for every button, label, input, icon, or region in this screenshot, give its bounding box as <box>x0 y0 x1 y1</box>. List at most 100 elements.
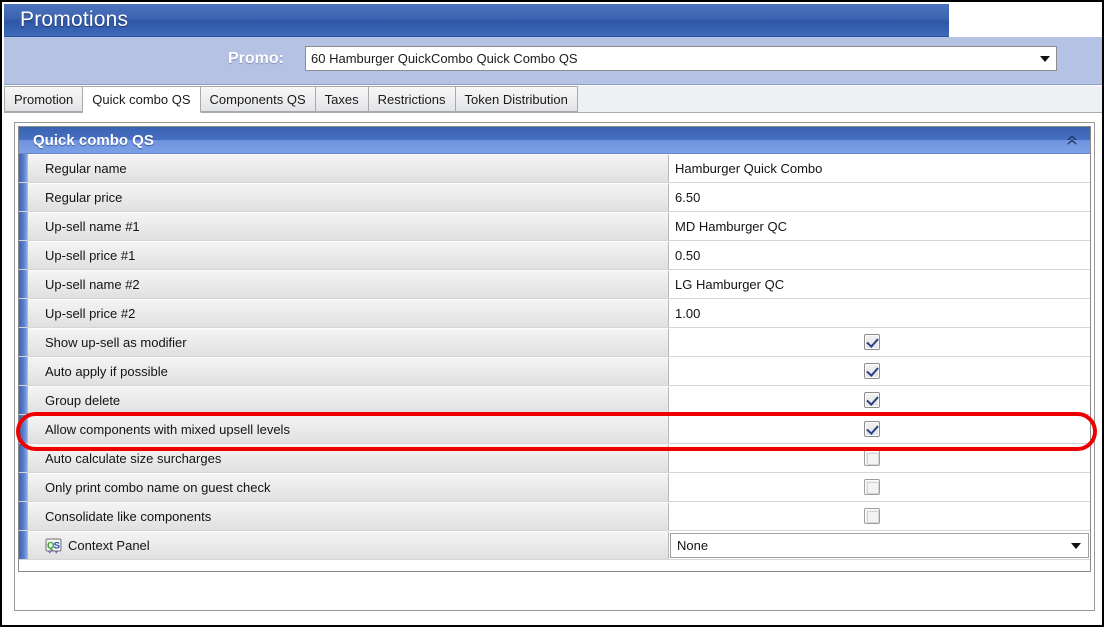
page-title: Promotions <box>20 8 129 31</box>
property-value-cell[interactable]: MD Hamburger QC <box>669 212 1090 240</box>
property-row[interactable]: Up-sell name #1 MD Hamburger QC <box>19 212 1090 241</box>
tab-list: Promotion Quick combo QS Components QS Taxe… <box>4 86 578 113</box>
row-accent-strip <box>19 270 28 298</box>
property-value-cell[interactable] <box>669 502 1090 530</box>
section-header-title: Quick combo QS <box>33 131 154 149</box>
property-grid-rows: Regular name Hamburger Quick Combo Regular… <box>19 154 1090 560</box>
property-label-text: Up-sell price #1 <box>45 248 136 263</box>
property-label-cell: Only print combo name on guest check <box>28 473 669 501</box>
promo-select-value: 60 Hamburger QuickCombo Quick Combo QS <box>311 51 578 66</box>
property-value-cell[interactable] <box>669 444 1090 472</box>
property-row[interactable]: Auto apply if possible <box>19 357 1090 386</box>
property-label-text: Group delete <box>45 393 121 408</box>
property-row[interactable]: Up-sell name #2 LG Hamburger QC <box>19 270 1090 299</box>
checkbox-unchecked[interactable] <box>864 479 880 495</box>
checkbox-checked[interactable] <box>864 363 880 379</box>
tab-promotion[interactable]: Promotion <box>4 86 84 112</box>
row-accent-strip <box>19 328 28 356</box>
property-label-text: Up-sell price #2 <box>45 306 136 321</box>
content-panel: Quick combo QS Regular name Hamburger Qui… <box>14 122 1095 611</box>
application-window: Promotions Promo: 60 Hamburger QuickComb… <box>0 0 1104 627</box>
property-row[interactable]: Allow components with mixed upsell level… <box>19 415 1090 444</box>
property-label-text: Regular name <box>45 161 127 176</box>
property-row[interactable]: Up-sell price #1 0.50 <box>19 241 1090 270</box>
property-row[interactable]: Consolidate like components <box>19 502 1090 531</box>
property-value-cell[interactable]: None <box>669 531 1090 559</box>
checkbox-checked[interactable] <box>864 334 880 350</box>
property-value-cell[interactable]: LG Hamburger QC <box>669 270 1090 298</box>
property-value-cell[interactable] <box>669 386 1090 414</box>
property-row[interactable]: Group delete <box>19 386 1090 415</box>
tab-taxes[interactable]: Taxes <box>315 86 369 112</box>
property-label-text: Context Panel <box>68 538 150 553</box>
property-label-text: Auto calculate size surcharges <box>45 451 222 466</box>
row-accent-strip <box>19 299 28 327</box>
property-label-cell: Allow components with mixed upsell level… <box>28 415 669 443</box>
property-label-cell: Regular price <box>28 183 669 211</box>
property-value-cell[interactable]: 1.00 <box>669 299 1090 327</box>
property-row[interactable]: Auto calculate size surcharges <box>19 444 1090 473</box>
property-value-cell[interactable] <box>669 473 1090 501</box>
tab-quick-combo-qs[interactable]: Quick combo QS <box>83 86 201 113</box>
section-header[interactable]: Quick combo QS <box>19 127 1090 154</box>
property-label-cell: Show up-sell as modifier <box>28 328 669 356</box>
property-value-cell[interactable] <box>669 415 1090 443</box>
property-label-text: Up-sell name #1 <box>45 219 140 234</box>
tab-components-qs[interactable]: Components QS <box>200 86 316 112</box>
property-label-cell: Consolidate like components <box>28 502 669 530</box>
property-label-text: Regular price <box>45 190 123 205</box>
double-chevron-up-icon[interactable] <box>1063 131 1081 149</box>
property-row[interactable]: Show up-sell as modifier <box>19 328 1090 357</box>
property-label-text: Auto apply if possible <box>45 364 168 379</box>
property-value-cell[interactable] <box>669 328 1090 356</box>
property-value-text: LG Hamburger QC <box>675 276 785 292</box>
property-row[interactable]: Up-sell price #2 1.00 <box>19 299 1090 328</box>
title-bar-blank-area <box>949 4 1102 37</box>
property-grid: Quick combo QS Regular name Hamburger Qui… <box>18 126 1091 572</box>
property-label-cell: Auto apply if possible <box>28 357 669 385</box>
property-value-text: 6.50 <box>675 189 701 205</box>
property-value-text: 0.50 <box>675 247 701 263</box>
property-value-cell[interactable]: Hamburger Quick Combo <box>669 154 1090 182</box>
property-label-text: Show up-sell as modifier <box>45 335 187 350</box>
row-accent-strip <box>19 531 28 559</box>
property-label-cell: Up-sell price #2 <box>28 299 669 327</box>
chevron-down-icon[interactable] <box>1071 542 1081 549</box>
property-label-cell: Up-sell name #2 <box>28 270 669 298</box>
property-value-text: 1.00 <box>675 305 701 321</box>
property-label-text: Only print combo name on guest check <box>45 480 271 495</box>
property-label-cell: Auto calculate size surcharges <box>28 444 669 472</box>
context-panel-select[interactable]: None <box>670 533 1089 558</box>
property-value-text: MD Hamburger QC <box>675 218 787 234</box>
property-row[interactable]: Only print combo name on guest check <box>19 473 1090 502</box>
tab-restrictions[interactable]: Restrictions <box>368 86 456 112</box>
property-row[interactable]: Regular price 6.50 <box>19 183 1090 212</box>
row-accent-strip <box>19 502 28 530</box>
property-label-text: Up-sell name #2 <box>45 277 140 292</box>
property-value-cell[interactable]: 6.50 <box>669 183 1090 211</box>
promo-select[interactable]: 60 Hamburger QuickCombo Quick Combo QS <box>305 46 1057 71</box>
row-accent-strip <box>19 415 28 443</box>
property-label-cell: Group delete <box>28 386 669 414</box>
checkbox-unchecked[interactable] <box>864 450 880 466</box>
chevron-down-icon[interactable] <box>1040 55 1050 62</box>
row-accent-strip <box>19 212 28 240</box>
property-value-cell[interactable]: 0.50 <box>669 241 1090 269</box>
row-accent-strip <box>19 386 28 414</box>
tab-strip: Promotion Quick combo QS Components QS Taxe… <box>4 86 1102 113</box>
checkbox-checked[interactable] <box>864 421 880 437</box>
row-accent-strip <box>19 357 28 385</box>
promo-label: Promo: <box>228 50 284 67</box>
row-accent-strip <box>19 241 28 269</box>
row-accent-strip <box>19 154 28 182</box>
property-label-text: Consolidate like components <box>45 509 212 524</box>
property-row[interactable]: Q S Context Panel None <box>19 531 1090 560</box>
checkbox-checked[interactable] <box>864 392 880 408</box>
qs-icon: QS <box>45 538 62 554</box>
property-row[interactable]: Regular name Hamburger Quick Combo <box>19 154 1090 183</box>
property-value-cell[interactable] <box>669 357 1090 385</box>
property-label-text: Allow components with mixed upsell level… <box>45 422 290 437</box>
tab-strip-filler <box>1100 86 1102 112</box>
tab-token-distribution[interactable]: Token Distribution <box>455 86 578 112</box>
checkbox-unchecked[interactable] <box>864 508 880 524</box>
